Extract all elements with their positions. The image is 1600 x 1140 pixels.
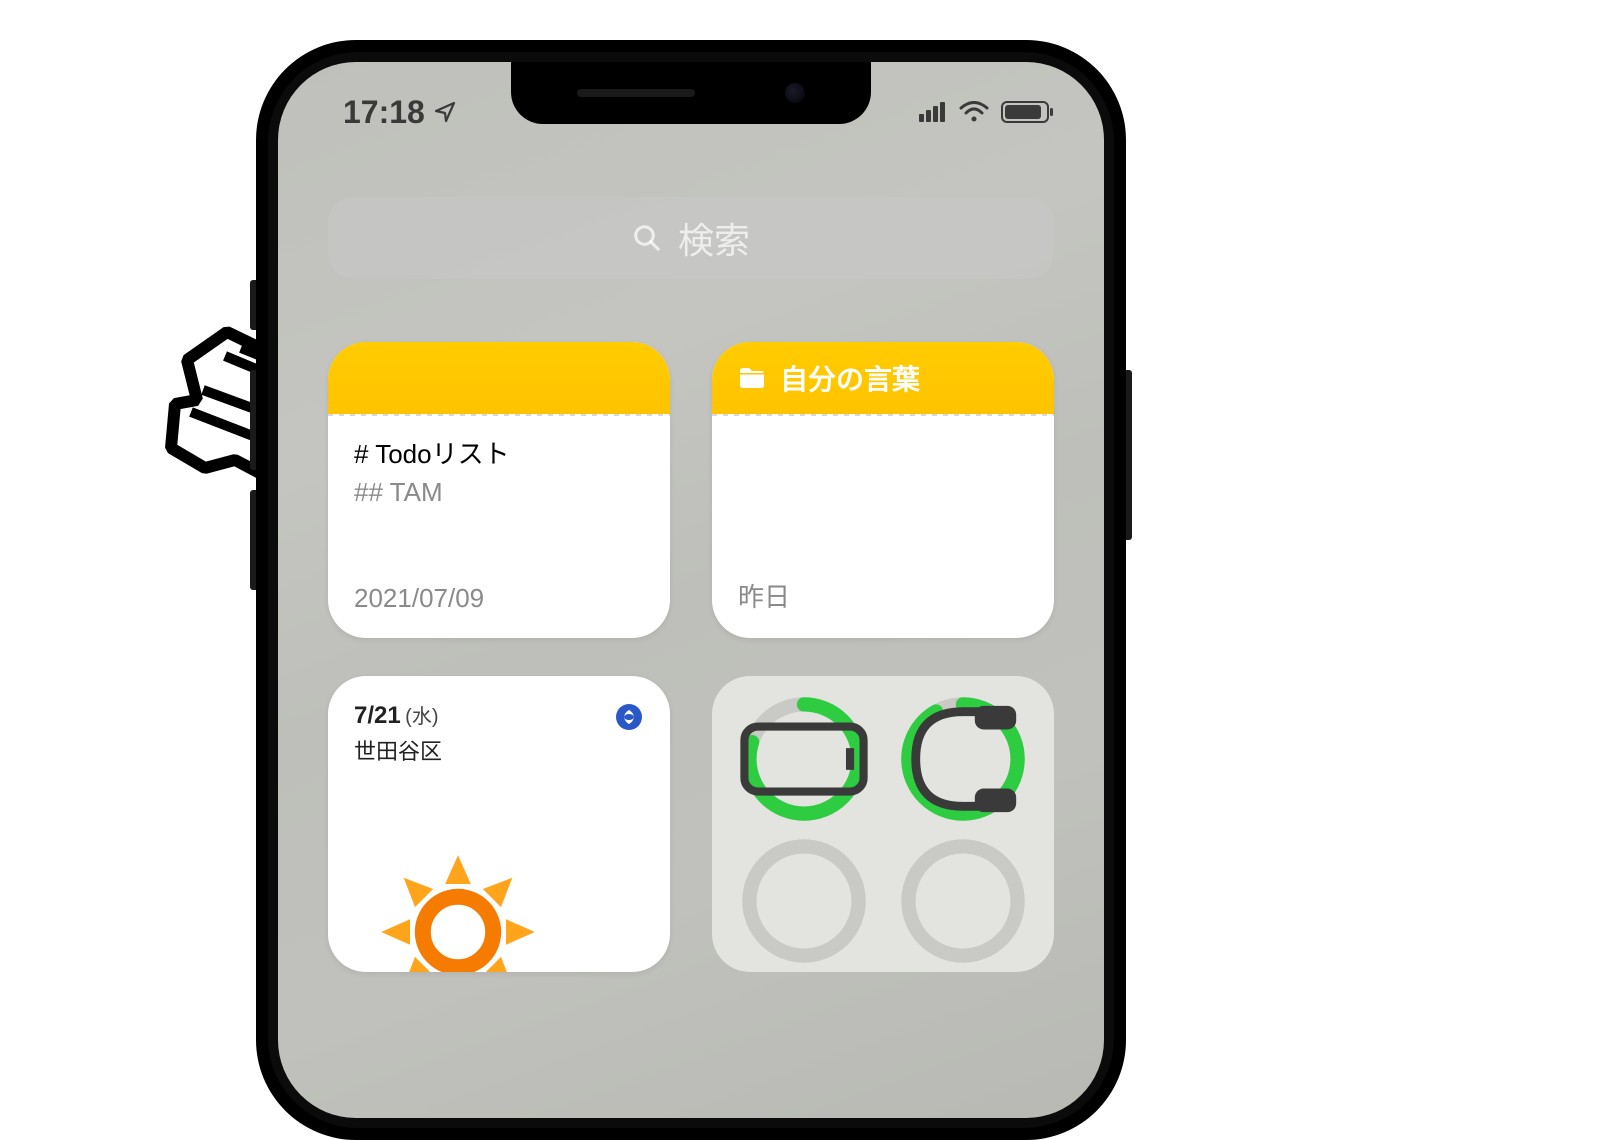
weather-date: 7/21: [354, 702, 401, 729]
battery-ring-phone: [739, 694, 869, 824]
cellular-icon: [919, 102, 947, 122]
mute-switch[interactable]: [250, 280, 256, 330]
note-subtitle: ## TAM: [354, 477, 644, 508]
widget-notes-folder[interactable]: 自分の言葉 昨日: [712, 342, 1054, 638]
battery-icon: [1001, 101, 1049, 123]
battery-ring-extra2: [898, 836, 1028, 966]
search-input[interactable]: 検索: [328, 197, 1054, 279]
location-icon: [433, 100, 457, 124]
search-icon: [632, 223, 662, 253]
search-placeholder: 検索: [678, 212, 750, 264]
app-badge-icon: [616, 704, 642, 730]
widget-weather[interactable]: 7/21 (水) 世田谷区: [328, 676, 670, 972]
weather-location: 世田谷区: [354, 734, 644, 766]
note-title: # Todoリスト: [354, 434, 644, 471]
screen: 17:18: [278, 62, 1104, 1118]
wifi-icon: [959, 101, 989, 123]
volume-up-button[interactable]: [250, 370, 256, 470]
battery-ring-extra1: [739, 836, 869, 966]
phone-frame: 17:18: [256, 40, 1126, 1140]
weather-day: (水): [405, 706, 438, 728]
note-date: 2021/07/09: [354, 583, 484, 614]
note-date: 昨日: [738, 577, 790, 614]
widget-batteries[interactable]: [712, 676, 1054, 972]
volume-down-button[interactable]: [250, 490, 256, 590]
status-bar: 17:18: [278, 92, 1104, 132]
headphones-icon: [898, 694, 1028, 824]
power-button[interactable]: [1126, 370, 1132, 540]
note-folder-label: 自分の言葉: [780, 358, 920, 398]
folder-icon: [738, 366, 766, 390]
status-time: 17:18: [343, 94, 425, 131]
phone-icon: [739, 694, 869, 824]
sun-icon: [378, 852, 538, 972]
widget-notes-todo[interactable]: # Todoリスト ## TAM 2021/07/09: [328, 342, 670, 638]
battery-ring-headphones: [898, 694, 1028, 824]
